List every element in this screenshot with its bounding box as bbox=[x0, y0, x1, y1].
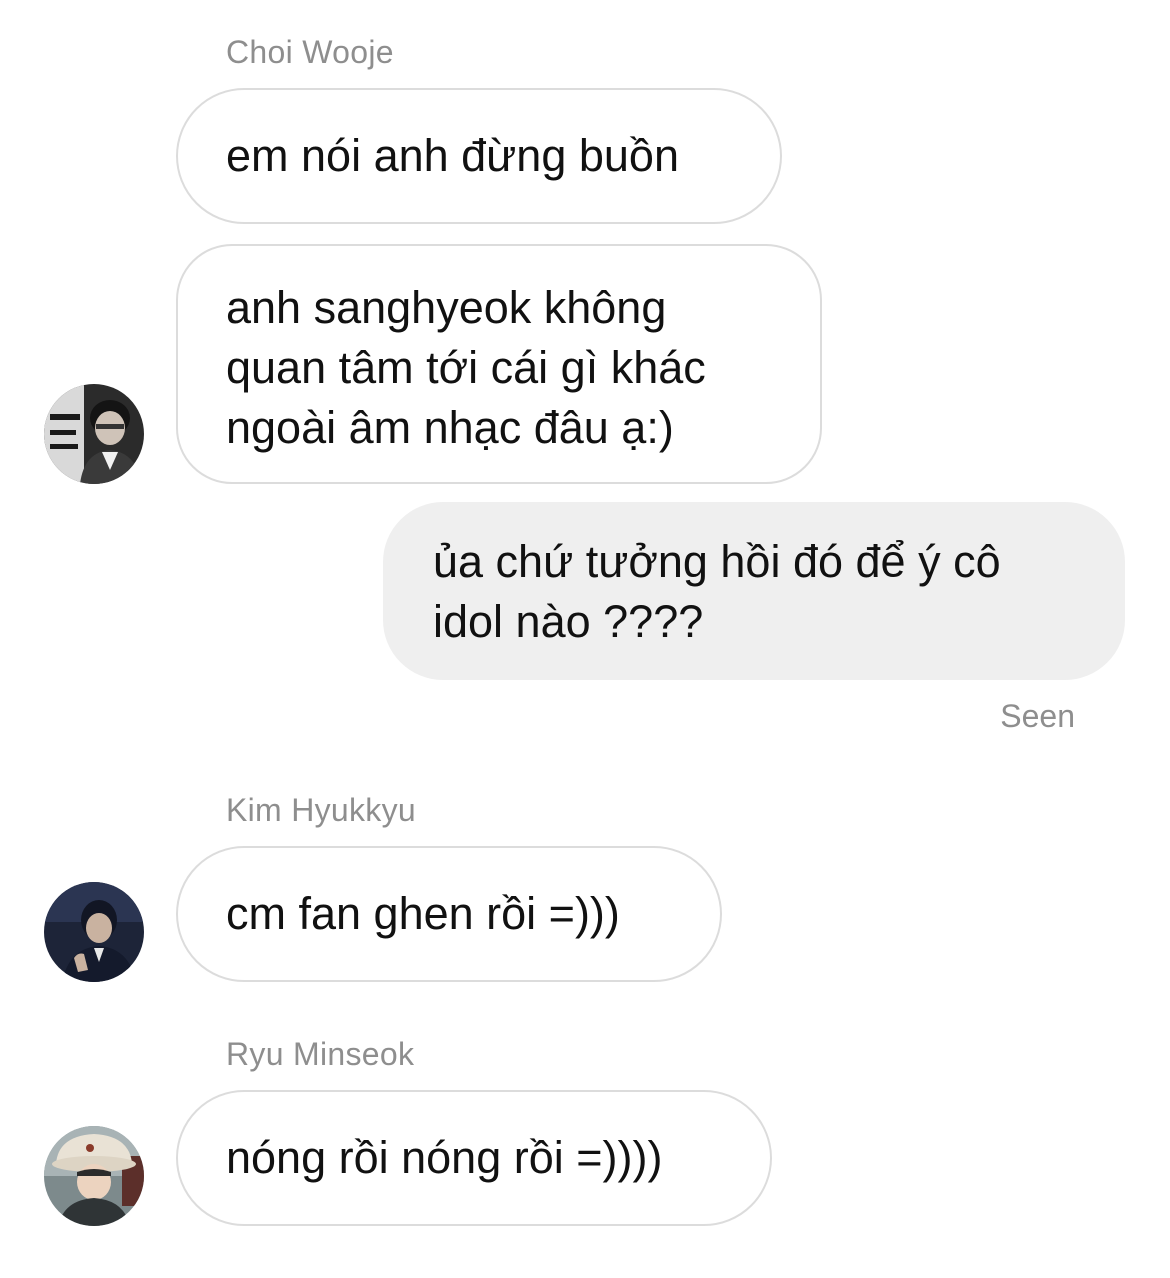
avatar[interactable] bbox=[44, 1126, 144, 1226]
message-text: cm fan ghen rồi =))) bbox=[226, 888, 620, 939]
message-text: ủa chứ tưởng hồi đó để ý cô bbox=[433, 536, 1001, 587]
message-text: idol nào ???? bbox=[433, 596, 704, 647]
incoming-message-bubble[interactable]: em nói anh đừng buồn bbox=[176, 88, 782, 224]
avatar[interactable] bbox=[44, 882, 144, 982]
sender-name: Choi Wooje bbox=[226, 34, 394, 70]
profile-photo bbox=[44, 384, 144, 484]
incoming-message-bubble[interactable]: anh sanghyeok không quan tâm tới cái gì … bbox=[176, 244, 822, 484]
message-text: ngoài âm nhạc đâu ạ:) bbox=[226, 402, 674, 453]
incoming-message-bubble[interactable]: cm fan ghen rồi =))) bbox=[176, 846, 722, 982]
seen-status: Seen bbox=[1000, 698, 1075, 734]
incoming-message-bubble[interactable]: nóng rồi nóng rồi =)))) bbox=[176, 1090, 772, 1226]
profile-photo bbox=[44, 882, 144, 982]
message-text: em nói anh đừng buồn bbox=[226, 130, 679, 181]
message-text: nóng rồi nóng rồi =)))) bbox=[226, 1132, 663, 1183]
sender-name: Ryu Minseok bbox=[226, 1036, 415, 1072]
outgoing-message-bubble[interactable]: ủa chứ tưởng hồi đó để ý cô idol nào ???… bbox=[383, 502, 1125, 680]
message-text: anh sanghyeok không bbox=[226, 282, 667, 333]
message-text: quan tâm tới cái gì khác bbox=[226, 342, 706, 393]
avatar[interactable] bbox=[44, 384, 144, 484]
sender-name: Kim Hyukkyu bbox=[226, 792, 417, 828]
profile-photo bbox=[44, 1126, 144, 1226]
